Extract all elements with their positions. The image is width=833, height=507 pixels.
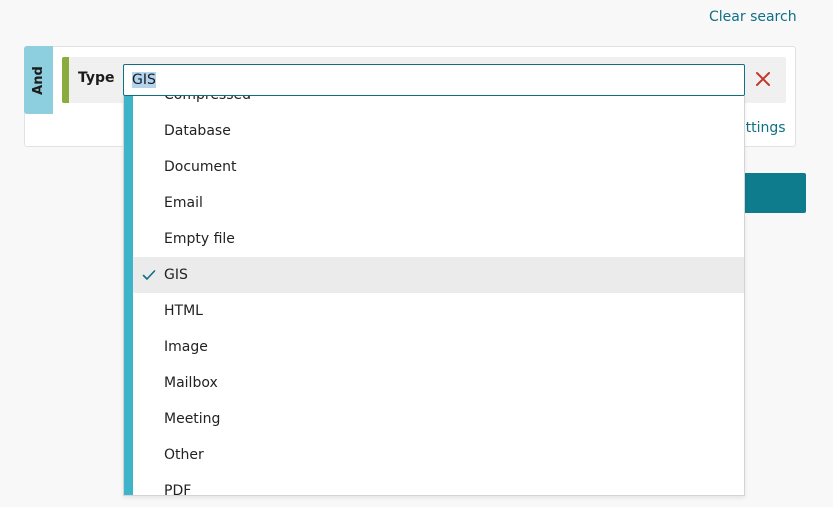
dropdown-option-label: Mailbox — [164, 375, 218, 391]
dropdown-option-label: Database — [164, 123, 231, 139]
dropdown-option[interactable]: Image — [133, 329, 744, 365]
dropdown-option[interactable]: Database — [133, 113, 744, 149]
dropdown-option-label: GIS — [164, 267, 188, 283]
remove-condition-button[interactable] — [750, 66, 776, 92]
dropdown-accent-bar — [124, 96, 133, 495]
dropdown-option[interactable]: HTML — [133, 293, 744, 329]
dropdown-options-list: Compressed Database Document Email Empty fil… — [133, 96, 744, 496]
type-input-value: GIS — [132, 72, 156, 88]
operator-tab-and[interactable]: And — [24, 46, 53, 114]
dropdown-option-label: HTML — [164, 303, 203, 319]
condition-field-label: Type — [78, 70, 115, 86]
dropdown-option-label: Document — [164, 159, 237, 175]
close-icon — [756, 72, 770, 86]
dropdown-option[interactable]: Empty file — [133, 221, 744, 257]
dropdown-option[interactable]: Other — [133, 437, 744, 473]
dropdown-option[interactable]: GIS — [133, 257, 744, 293]
dropdown-option-label: Compressed — [164, 96, 251, 103]
dropdown-option[interactable]: Email — [133, 185, 744, 221]
dropdown-option[interactable]: Document — [133, 149, 744, 185]
dropdown-option-label: Email — [164, 195, 203, 211]
type-input[interactable]: GIS — [123, 64, 745, 96]
dropdown-option-label: PDF — [164, 483, 192, 496]
operator-label: And — [31, 65, 46, 95]
dropdown-option-label: Empty file — [164, 231, 235, 247]
check-icon — [142, 270, 156, 280]
dropdown-option-label: Other — [164, 447, 204, 463]
clear-search-link[interactable]: Clear search — [709, 9, 797, 25]
type-dropdown[interactable]: Compressed Database Document Email Empty fil… — [123, 96, 745, 496]
condition-color-bar — [62, 57, 69, 103]
dropdown-option-label: Meeting — [164, 411, 221, 427]
dropdown-option[interactable]: Meeting — [133, 401, 744, 437]
search-button[interactable] — [737, 173, 806, 213]
dropdown-option[interactable]: PDF — [133, 473, 744, 496]
dropdown-option-label: Image — [164, 339, 208, 355]
dropdown-option[interactable]: Mailbox — [133, 365, 744, 401]
dropdown-option[interactable]: Compressed — [133, 96, 744, 113]
